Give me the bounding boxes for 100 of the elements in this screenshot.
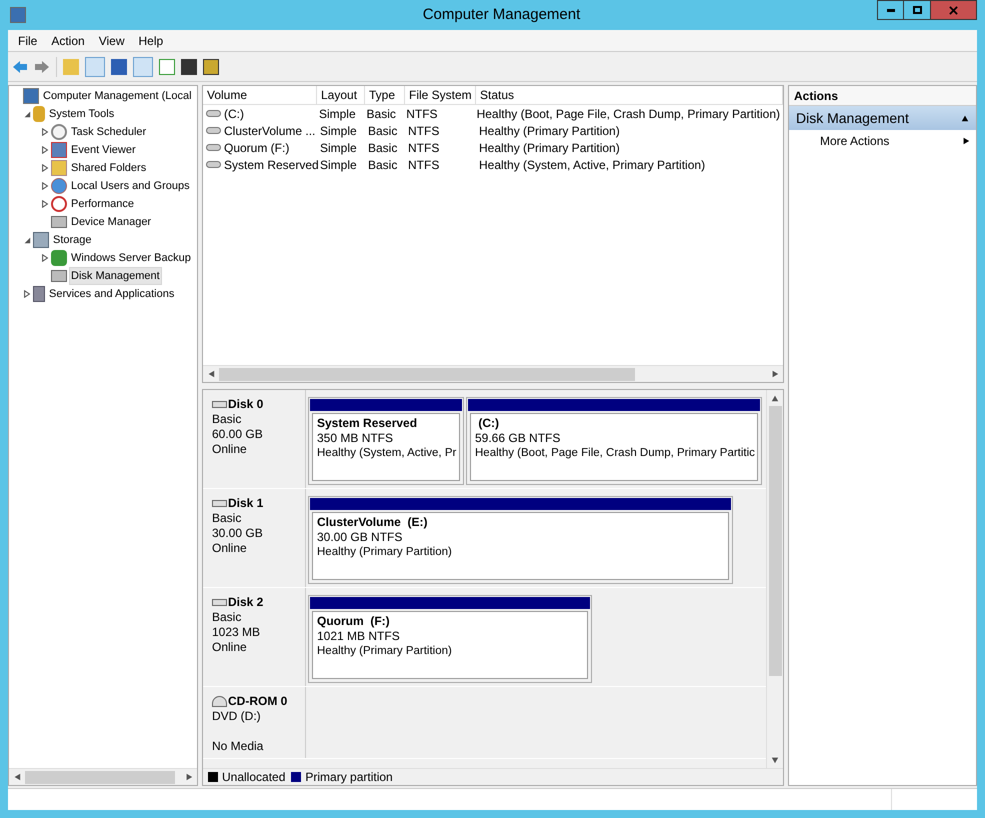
table-cell-text: System Reserved	[224, 156, 319, 174]
menu-item[interactable]: Help	[132, 32, 170, 50]
action-item[interactable]: More Actions	[789, 130, 976, 152]
disk-size: 60.00 GB	[212, 427, 264, 442]
drive-icon	[206, 144, 221, 151]
drive-icon	[51, 216, 67, 228]
tree-item[interactable]: Windows Server Backup	[69, 248, 193, 268]
table-cell-text: NTFS	[408, 122, 440, 140]
drive-icon	[51, 270, 67, 282]
tree-item[interactable]: Shared Folders	[69, 158, 148, 178]
table-cell-text: Basic	[366, 106, 396, 122]
drive-icon	[206, 161, 221, 168]
table-cell-text: Simple	[318, 106, 356, 122]
menu-item[interactable]: File	[12, 32, 44, 50]
maximize-button[interactable]	[904, 0, 931, 20]
actions-section[interactable]: Disk Management	[789, 106, 976, 130]
drive-icon	[206, 110, 221, 117]
table-cell-text: Healthy (Boot, Page File, Crash Dump, Primary Partition)	[476, 106, 780, 122]
tree-item[interactable]: Services and Applications	[47, 284, 176, 304]
table-cell-text: Healthy (System, Active, Primary Partition)	[479, 156, 706, 174]
collapsed-arrow-icon[interactable]	[41, 254, 49, 262]
table-cell-text: Quorum (F:)	[224, 140, 290, 156]
collapsed-arrow-icon[interactable]	[41, 200, 49, 208]
expanded-arrow-icon[interactable]	[23, 236, 31, 244]
disk-name: CD-ROM 0	[228, 694, 288, 709]
menu-item[interactable]: Action	[45, 32, 91, 50]
submenu-arrow-icon	[962, 137, 970, 145]
column-header[interactable]: Type	[365, 86, 405, 104]
table-cell-text: Simple	[320, 156, 357, 174]
tree-item[interactable]: Storage	[51, 230, 94, 250]
scroll-left-icon	[13, 773, 21, 781]
collapsed-arrow-icon[interactable]	[41, 146, 49, 154]
disk-size: 1023 MB	[212, 625, 262, 640]
collapsed-arrow-icon[interactable]	[41, 164, 49, 172]
scroll-up-icon	[771, 394, 779, 402]
forward-arrow-icon[interactable]	[34, 60, 50, 74]
tree-item[interactable]: System Tools	[47, 104, 116, 124]
tree-item[interactable]: Performance	[69, 194, 136, 214]
table-cell-text: Basic	[368, 156, 398, 174]
partition-size: 59.66 GB NTFS	[475, 431, 562, 446]
scroll-down-icon	[771, 756, 779, 764]
tree-item[interactable]: Computer Management (Local	[41, 86, 194, 106]
partition-block[interactable]: (C:) 59.66 GB NTFS Healthy (Boot, Page File, Crash Dump, Primary Partitic	[466, 397, 762, 485]
column-header[interactable]: Volume	[203, 86, 317, 104]
horizontal-scrollbar[interactable]	[9, 768, 197, 785]
table-cell-text: (C:)	[224, 106, 244, 122]
column-header[interactable]: Layout	[317, 86, 365, 104]
table-cell-text: Simple	[320, 122, 357, 140]
disk-type: Basic	[212, 511, 242, 526]
partition-size: 1021 MB NTFS	[317, 629, 401, 644]
tree-item[interactable]: Device Manager	[69, 212, 154, 232]
partition-name: System Reserved	[317, 416, 418, 431]
partition-block[interactable]: System Reserved 350 MB NTFS Healthy (System, Active, Pr	[308, 397, 464, 485]
disk-size: 30.00 GB	[212, 526, 264, 541]
disk-status: Online	[212, 541, 248, 556]
partition-name: Quorum (F:)	[317, 614, 391, 629]
expanded-arrow-icon[interactable]	[23, 110, 31, 118]
drive-icon	[206, 127, 221, 134]
partition-block[interactable]: Quorum (F:) 1021 MB NTFS Healthy (Primary Partition)	[308, 595, 592, 683]
table-cell-text: Basic	[368, 140, 398, 156]
scroll-right-icon	[185, 773, 193, 781]
partition-status: Healthy (Boot, Page File, Crash Dump, Primary Partitic	[475, 446, 753, 461]
collapsed-arrow-icon[interactable]	[41, 128, 49, 136]
partition-name: ClusterVolume (E:)	[317, 515, 428, 530]
collapsed-arrow-icon[interactable]	[23, 290, 31, 298]
disk-status: Online	[212, 640, 248, 655]
partition-size: 30.00 GB NTFS	[317, 530, 404, 545]
partition-size: 350 MB NTFS	[317, 431, 394, 446]
minimize-button[interactable]	[877, 0, 904, 20]
table-cell-text: ClusterVolume ...	[224, 122, 316, 140]
disk-type: Basic	[212, 610, 242, 625]
disk-name: Disk 1	[228, 496, 264, 511]
column-header[interactable]: Status	[476, 86, 783, 104]
tree-item[interactable]: Task Scheduler	[69, 122, 148, 142]
close-button[interactable]	[931, 0, 977, 20]
tree-item[interactable]: Event Viewer	[69, 140, 138, 160]
column-header[interactable]: File System	[405, 86, 476, 104]
horizontal-scrollbar[interactable]	[203, 365, 783, 382]
partition-status: Healthy (Primary Partition)	[317, 545, 453, 560]
scroll-left-icon	[207, 370, 215, 378]
disk-name: Disk 2	[228, 595, 264, 610]
table-cell-text: Basic	[368, 122, 398, 140]
tree-item[interactable]: Local Users and Groups	[69, 176, 192, 196]
tree-item[interactable]: Disk Management	[69, 266, 162, 286]
partition-block[interactable]: ClusterVolume (E:) 30.00 GB NTFS Healthy (Primary Partition)	[308, 496, 733, 584]
back-arrow-icon[interactable]	[12, 60, 28, 74]
table-cell-text: NTFS	[408, 156, 440, 174]
table-cell-text: NTFS	[406, 106, 438, 122]
partition-status: Healthy (Primary Partition)	[317, 644, 453, 659]
disk-status: Online	[212, 442, 248, 457]
disk-status: No Media	[212, 739, 264, 754]
menu-item[interactable]: View	[92, 32, 130, 50]
disk-type: DVD (D:)	[212, 709, 262, 724]
collapsed-arrow-icon[interactable]	[41, 182, 49, 190]
vertical-scrollbar[interactable]	[766, 390, 783, 768]
table-cell-text: NTFS	[408, 140, 440, 156]
disk-type: Basic	[212, 412, 242, 427]
disk-name: Disk 0	[228, 397, 264, 412]
window-title: Computer Management	[422, 4, 580, 25]
legend-label: Primary partition	[305, 769, 393, 786]
